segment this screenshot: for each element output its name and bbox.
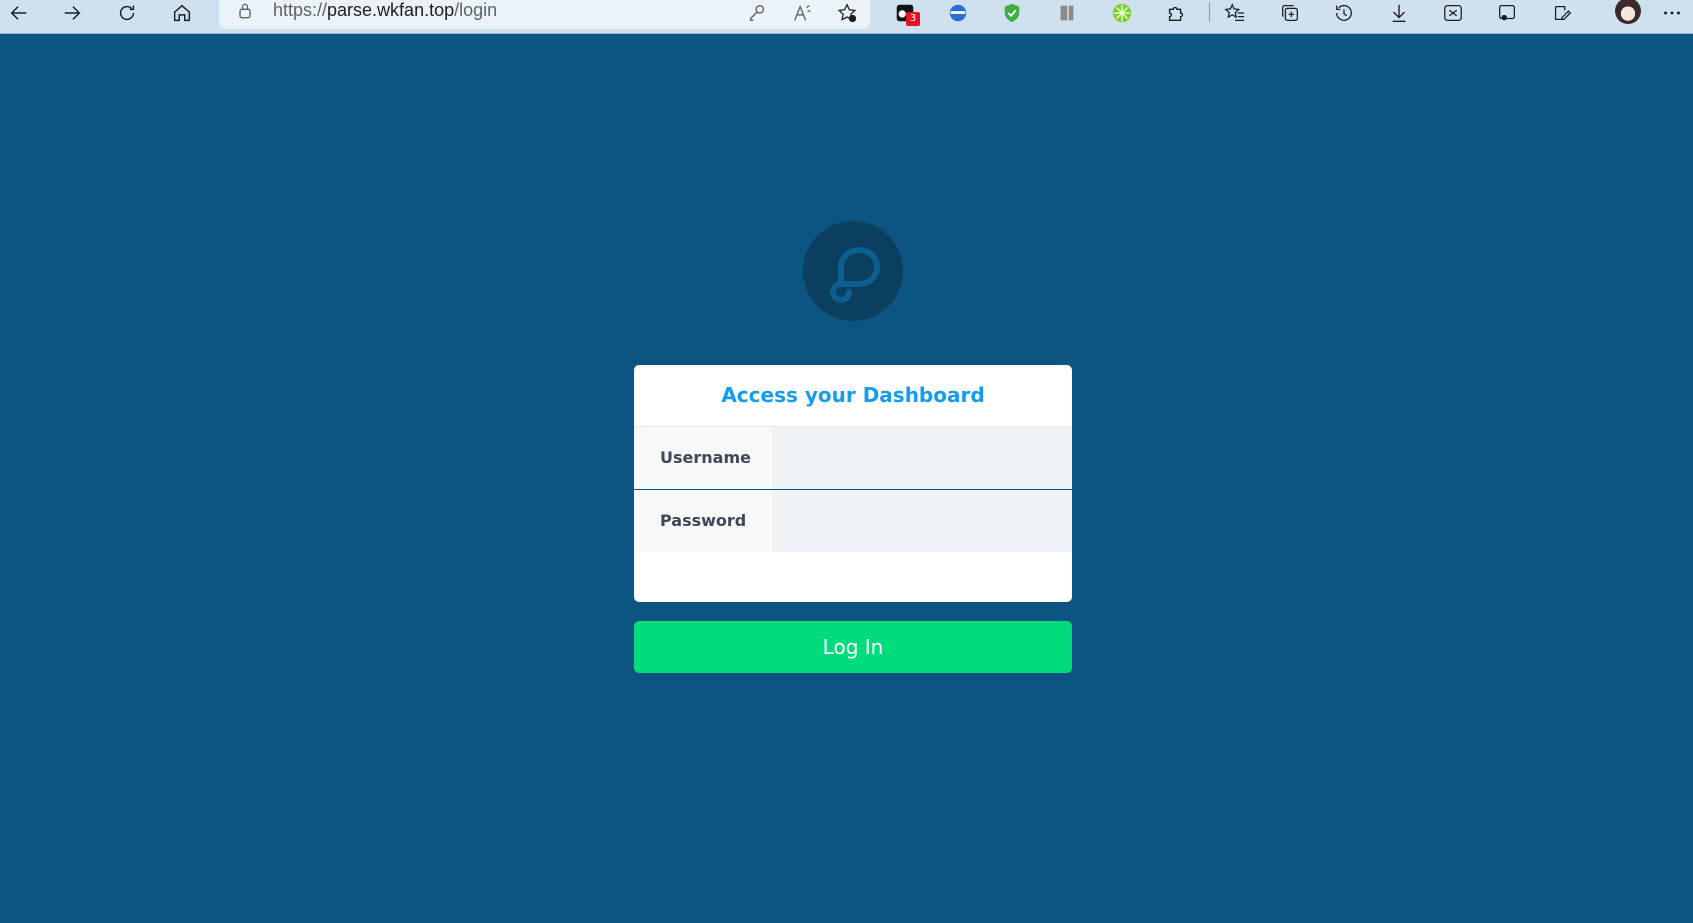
downloads-icon[interactable] <box>1383 0 1415 26</box>
home-icon[interactable] <box>166 0 198 26</box>
extensions-puzzle-icon[interactable] <box>1160 0 1192 26</box>
add-favorite-icon[interactable] <box>831 0 863 26</box>
url-path: /login <box>454 0 498 20</box>
url-scheme: https:// <box>273 0 328 20</box>
extension-badge: 3 <box>906 12 920 26</box>
login-button[interactable]: Log In <box>634 621 1072 673</box>
password-label: Password <box>634 490 772 552</box>
magic-extension-icon[interactable] <box>942 0 974 26</box>
more-options-icon[interactable] <box>1656 0 1688 26</box>
forward-arrow-icon[interactable] <box>56 0 88 26</box>
screenshot-icon[interactable] <box>1491 0 1523 26</box>
login-card: Access your Dashboard Username Password <box>634 365 1072 602</box>
math-solver-icon[interactable] <box>1437 0 1469 26</box>
username-input[interactable] <box>772 427 1072 489</box>
browser-toolbar: https://parse.wkfan.top/login 3 <box>0 0 1693 34</box>
feedback-icon[interactable] <box>1546 0 1578 26</box>
back-arrow-icon[interactable] <box>3 0 35 26</box>
password-row: Password <box>634 490 1072 552</box>
collections-icon[interactable] <box>1274 0 1306 26</box>
lock-icon[interactable] <box>235 1 255 21</box>
key-icon[interactable] <box>741 0 773 26</box>
url-text[interactable]: https://parse.wkfan.top/login <box>273 0 497 22</box>
username-row: Username <box>634 426 1072 490</box>
toolbar-divider <box>1209 2 1210 22</box>
password-input[interactable] <box>772 490 1072 552</box>
refresh-icon[interactable] <box>111 0 143 26</box>
profile-avatar[interactable] <box>1615 0 1641 24</box>
lime-extension-icon[interactable] <box>1106 0 1138 26</box>
history-icon[interactable] <box>1328 0 1360 26</box>
favorites-icon[interactable] <box>1219 0 1251 26</box>
parse-logo <box>803 221 903 321</box>
read-aloud-icon[interactable] <box>786 0 818 26</box>
username-label: Username <box>634 427 772 489</box>
shield-check-icon[interactable] <box>996 0 1028 26</box>
reader-extension-icon[interactable] <box>1051 0 1083 26</box>
login-title: Access your Dashboard <box>721 383 985 407</box>
url-host: parse.wkfan.top <box>327 0 455 20</box>
address-bar[interactable]: https://parse.wkfan.top/login <box>219 0 870 29</box>
